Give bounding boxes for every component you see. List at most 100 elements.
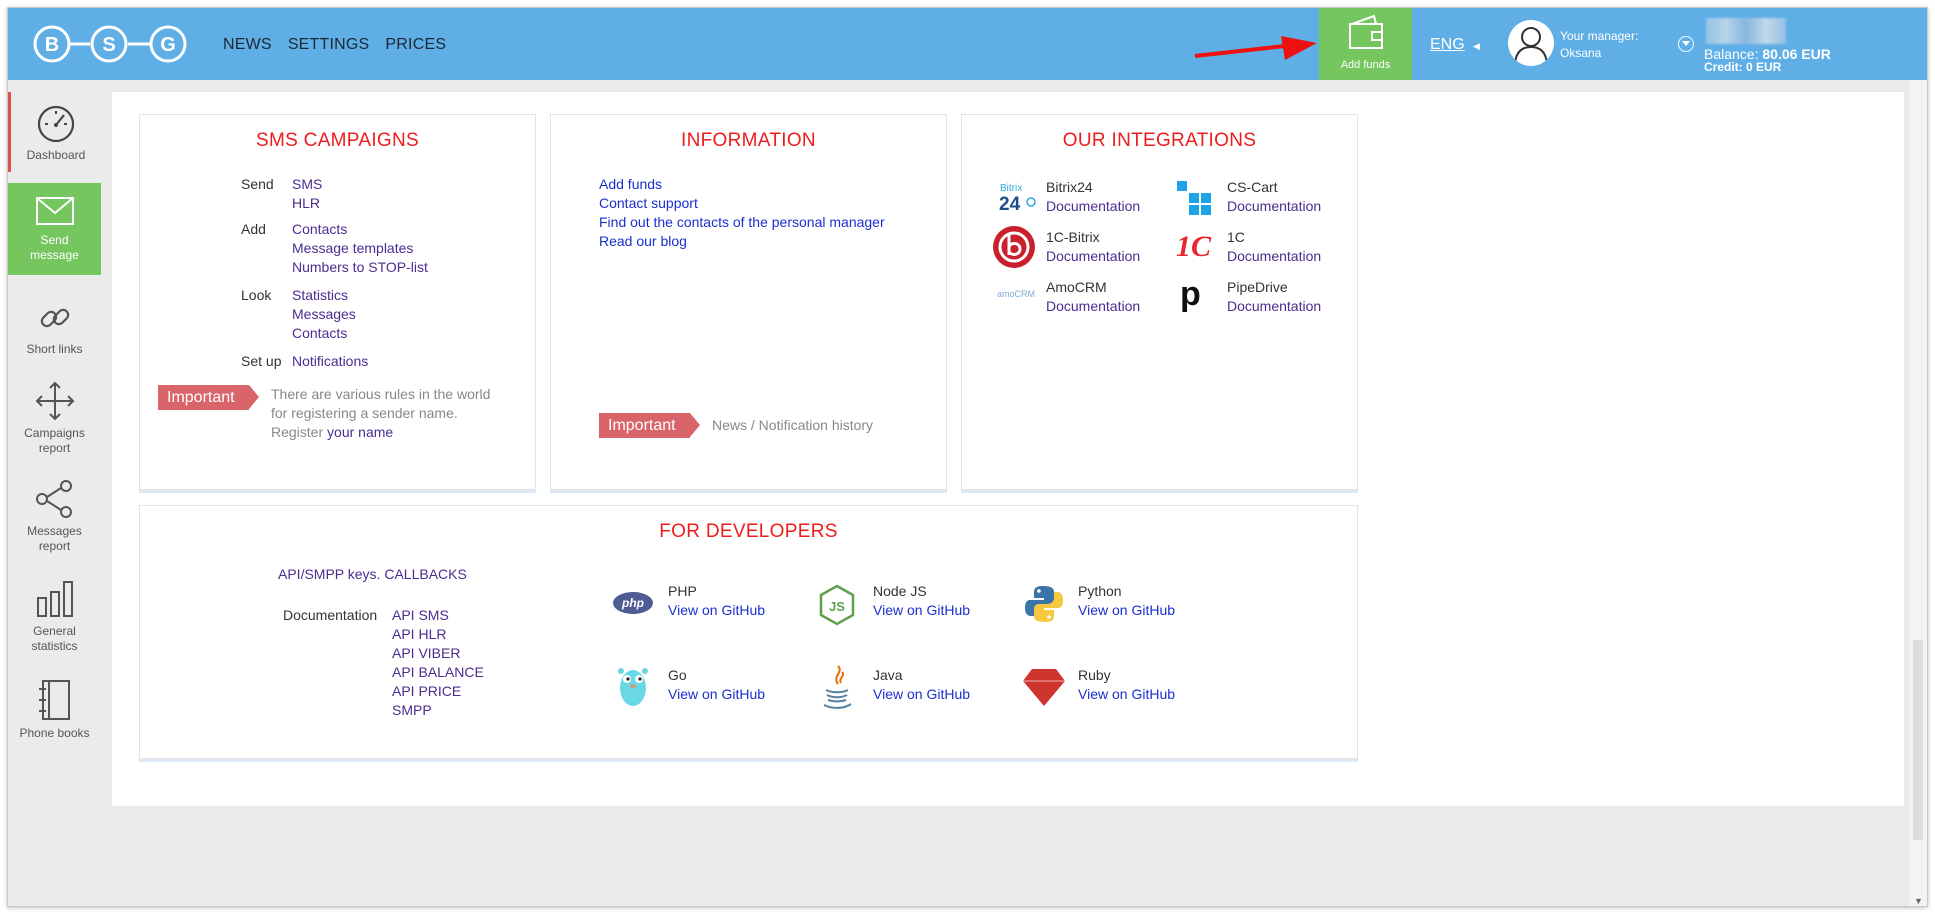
- integration-name-1c: 1C: [1227, 229, 1245, 245]
- important-badge: Important: [158, 385, 259, 410]
- user-icon: [1514, 27, 1548, 65]
- java-icon: [823, 665, 852, 709]
- move-arrows-icon: [35, 381, 74, 421]
- scrollbar-thumb[interactable]: [1913, 640, 1923, 840]
- sidebar-item-phone-books[interactable]: Phone books: [8, 670, 101, 750]
- send-sms-link[interactable]: SMS: [292, 175, 322, 194]
- sidebar-item-general-statistics[interactable]: General statistics: [8, 570, 101, 662]
- integration-doc-amocrm[interactable]: Documentation: [1046, 297, 1140, 316]
- manager-info: Your manager: Oksana: [1560, 28, 1638, 62]
- share-icon: [35, 480, 72, 518]
- integration-doc-bitrix24[interactable]: Documentation: [1046, 197, 1140, 216]
- sidebar-item-dashboard[interactable]: Dashboard: [8, 92, 101, 172]
- smpp-link[interactable]: SMPP: [392, 701, 484, 720]
- integration-name-amocrm: AmoCRM: [1046, 279, 1107, 295]
- sdk-github-python[interactable]: View on GitHub: [1078, 601, 1175, 620]
- integration-doc-cs-cart[interactable]: Documentation: [1227, 197, 1321, 216]
- add-funds-label: Add funds: [1340, 59, 1391, 71]
- go-gopher-icon: [618, 668, 648, 706]
- send-hlr-link[interactable]: HLR: [292, 194, 320, 213]
- register-name-link[interactable]: your name: [327, 424, 393, 440]
- red-arrow-annotation: [1194, 36, 1317, 60]
- sdk-name-php: PHP: [668, 583, 697, 599]
- vertical-scrollbar[interactable]: ▼: [1909, 80, 1927, 906]
- notification-history-link[interactable]: News / Notification history: [712, 416, 873, 435]
- nav-news[interactable]: NEWS: [223, 36, 272, 54]
- ruby-icon: [1023, 669, 1065, 706]
- info-contact-support-link[interactable]: Contact support: [599, 194, 885, 213]
- look-statistics-link[interactable]: Statistics: [292, 286, 348, 305]
- top-header: B S G NEWS SETTINGS PRICES Add funds ENG…: [8, 8, 1927, 80]
- account-dropdown-icon[interactable]: [1678, 36, 1694, 52]
- credit: Credit: 0 EUR: [1704, 60, 1782, 74]
- caret-left-icon[interactable]: ◀: [1473, 41, 1480, 52]
- api-viber-link[interactable]: API VIBER: [392, 644, 484, 663]
- api-keys-link[interactable]: API/SMPP keys. CALLBACKS: [278, 566, 467, 582]
- info-important-badge: Important: [599, 413, 700, 438]
- api-sms-link[interactable]: API SMS: [392, 606, 484, 625]
- sidebar-item-short-links[interactable]: Short links: [8, 286, 101, 366]
- add-templates-link[interactable]: Message templates: [292, 239, 413, 258]
- sidebar-label-dashboard: Dashboard: [26, 148, 86, 162]
- sidebar-item-campaigns-report[interactable]: Campaigns report: [8, 370, 101, 462]
- nav-settings[interactable]: SETTINGS: [288, 36, 370, 54]
- look-label: Look: [241, 287, 272, 303]
- api-price-link[interactable]: API PRICE: [392, 682, 484, 701]
- scroll-down-icon[interactable]: ▼: [1914, 896, 1923, 906]
- sdk-github-php[interactable]: View on GitHub: [668, 601, 765, 620]
- language-selector[interactable]: ENG: [1430, 36, 1465, 54]
- integration-doc-1c[interactable]: Documentation: [1227, 247, 1321, 266]
- 1c-icon: 1C: [1176, 230, 1212, 263]
- sdk-name-ruby: Ruby: [1078, 667, 1111, 683]
- manager-avatar[interactable]: [1508, 20, 1554, 66]
- sms-campaigns-title: SMS CAMPAIGNS: [256, 130, 419, 151]
- bitrix24-icon-num: 24: [999, 194, 1021, 215]
- add-funds-button[interactable]: Add funds: [1319, 8, 1412, 80]
- pipedrive-icon-text: p: [1180, 277, 1201, 313]
- sdk-github-ruby[interactable]: View on GitHub: [1078, 685, 1175, 704]
- api-balance-link[interactable]: API BALANCE: [392, 663, 484, 682]
- integration-doc-1c-bitrix[interactable]: Documentation: [1046, 247, 1140, 266]
- add-stoplist-link[interactable]: Numbers to STOP-list: [292, 258, 428, 277]
- sms-campaigns-panel: SMS CAMPAIGNS Send SMS HLR Add Contacts …: [139, 114, 536, 490]
- look-messages-link[interactable]: Messages: [292, 305, 356, 324]
- 1c-bitrix-icon: [993, 226, 1035, 268]
- look-group: Look Statistics Messages Contacts: [241, 286, 491, 346]
- information-title: INFORMATION: [681, 130, 816, 151]
- setup-label: Set up: [241, 353, 282, 369]
- wallet-icon: [1348, 14, 1383, 49]
- sdk-go: Go View on GitHub: [668, 666, 765, 704]
- info-manager-contacts-link[interactable]: Find out the contacts of the personal ma…: [599, 213, 885, 232]
- info-add-funds-link[interactable]: Add funds: [599, 175, 885, 194]
- api-hlr-link[interactable]: API HLR: [392, 625, 484, 644]
- sdk-github-go[interactable]: View on GitHub: [668, 685, 765, 704]
- svg-text:JS: JS: [829, 599, 845, 614]
- integration-cs-cart: CS-Cart Documentation: [1227, 178, 1321, 216]
- setup-notifications-link[interactable]: Notifications: [292, 352, 368, 371]
- sidebar-item-send-message[interactable]: Send message: [8, 183, 101, 275]
- link-icon: [40, 308, 69, 328]
- sdk-github-nodejs[interactable]: View on GitHub: [873, 601, 970, 620]
- bsg-logo[interactable]: B S G: [32, 22, 208, 66]
- note-line-3: Register: [271, 424, 324, 440]
- nav-prices[interactable]: PRICES: [385, 36, 446, 54]
- information-links: Add funds Contact support Find out the c…: [599, 175, 885, 251]
- developers-panel: FOR DEVELOPERS API/SMPP keys. CALLBACKS …: [139, 505, 1358, 759]
- sidebar-label-messages-report: Messages report: [27, 524, 82, 553]
- sidebar-item-messages-report[interactable]: Messages report: [8, 470, 101, 562]
- sidebar-label-send-message: Send message: [30, 233, 79, 262]
- add-group: Add Contacts Message templates Numbers t…: [241, 220, 491, 280]
- integration-amocrm: AmoCRM Documentation: [1046, 278, 1140, 316]
- blurred-account-id: [1706, 18, 1786, 44]
- documentation-label: Documentation: [283, 607, 378, 623]
- send-group: Send SMS HLR: [241, 175, 491, 215]
- look-contacts-link[interactable]: Contacts: [292, 324, 347, 343]
- sdk-github-java[interactable]: View on GitHub: [873, 685, 970, 704]
- cs-cart-icon: [1177, 181, 1211, 215]
- integration-name-cs-cart: CS-Cart: [1227, 179, 1278, 195]
- info-blog-link[interactable]: Read our blog: [599, 232, 885, 251]
- notebook-icon: [38, 680, 70, 720]
- add-contacts-link[interactable]: Contacts: [292, 220, 347, 239]
- sdk-name-nodejs: Node JS: [873, 583, 927, 599]
- integration-doc-pipedrive[interactable]: Documentation: [1227, 297, 1321, 316]
